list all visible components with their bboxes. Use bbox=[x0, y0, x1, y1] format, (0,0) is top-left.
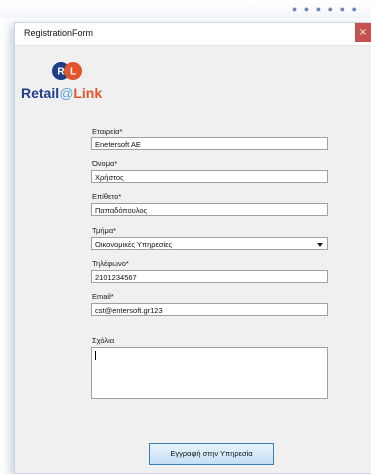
logo-link: Link bbox=[73, 85, 103, 101]
close-button[interactable]: × bbox=[355, 23, 371, 42]
department-value: Οικονομικές Υπηρεσίες bbox=[95, 240, 173, 249]
logo-letter-r: R bbox=[57, 67, 65, 78]
phone-field[interactable]: 2101234567 bbox=[91, 270, 328, 283]
email-field[interactable]: cst@entersoft.gr123 bbox=[91, 303, 328, 316]
first-name-label: Όνομα* bbox=[92, 159, 118, 168]
close-icon: × bbox=[358, 27, 368, 38]
logo-retail: Retail bbox=[21, 85, 60, 101]
last-name-field[interactable]: Παπαδόπουλος bbox=[91, 203, 328, 216]
email-label: Email* bbox=[92, 292, 114, 301]
department-label: Τμήμα* bbox=[92, 226, 117, 235]
background-strip: ● ● ● ● ● ● bbox=[0, 0, 371, 18]
last-name-label: Επίθετο* bbox=[92, 192, 122, 201]
first-name-field[interactable]: Χρήστος bbox=[91, 170, 328, 183]
chevron-down-icon[interactable] bbox=[317, 243, 323, 247]
comments-textarea[interactable] bbox=[91, 347, 328, 399]
company-label: Εταιρεία* bbox=[92, 127, 123, 136]
phone-label: Τηλέφωνο* bbox=[92, 259, 129, 268]
text-caret bbox=[95, 351, 96, 360]
retail-link-logo-icon: R L bbox=[52, 62, 82, 80]
department-select[interactable]: Οικονομικές Υπηρεσίες bbox=[91, 237, 328, 250]
logo-letter-l: L bbox=[70, 67, 76, 78]
company-field[interactable]: Enetersoft AE bbox=[91, 137, 328, 150]
register-button[interactable]: Εγγραφή στην Υπηρεσία bbox=[149, 443, 274, 465]
logo-at: @ bbox=[59, 85, 74, 101]
registration-window: RegistrationForm × R L Retail@Link Εταιρ… bbox=[14, 22, 371, 474]
window-title: RegistrationForm bbox=[24, 28, 94, 38]
background-dots: ● ● ● ● ● ● bbox=[291, 4, 359, 14]
logo-wordmark: Retail@Link bbox=[21, 85, 102, 101]
comments-label: Σχόλια bbox=[92, 336, 115, 345]
title-bar: RegistrationForm × bbox=[15, 23, 371, 46]
